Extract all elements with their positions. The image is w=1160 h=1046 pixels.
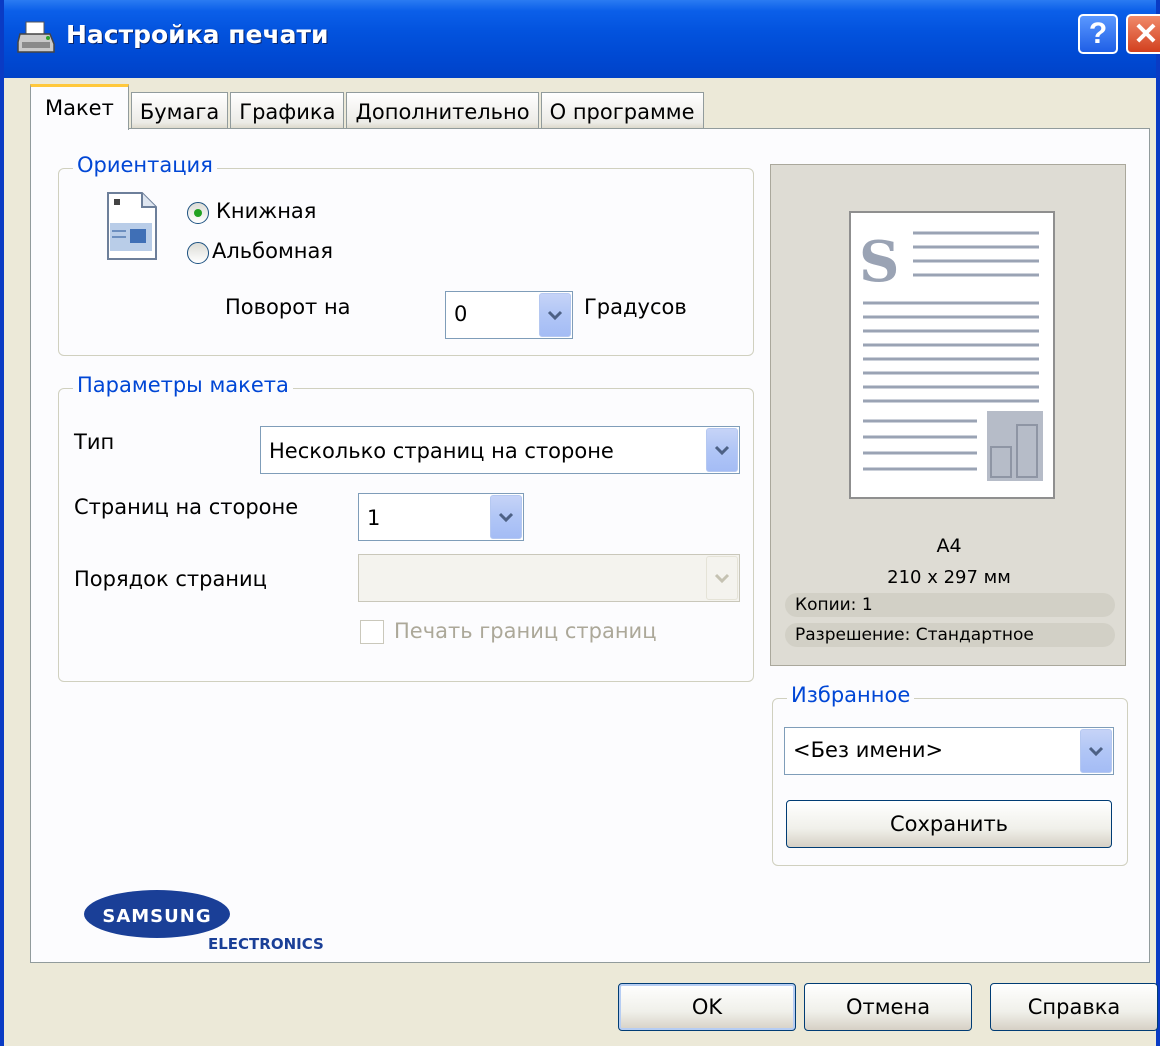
page-preview-thumbnail: S [849,211,1055,499]
page-preview-panel: S A4 210 x 297 мм Копии: 1 Разрешение: С… [770,164,1126,666]
svg-text:SAMSUNG: SAMSUNG [102,906,211,927]
orientation-group-label: Ориентация [73,153,217,177]
tab-advanced[interactable]: Дополнительно [346,92,539,130]
radio-selected-dot [194,209,202,217]
print-borders-label: Печать границ страниц [394,619,657,643]
paper-name: A4 [936,535,962,557]
tab-about[interactable]: О программе [540,92,704,130]
resolution-status: Разрешение: Стандартное [785,623,1115,647]
rotate-combobox[interactable]: 0 [445,291,573,339]
print-borders-checkbox[interactable] [360,620,384,644]
page-order-label: Порядок страниц [74,567,267,591]
chevron-down-icon[interactable] [1080,729,1112,773]
pages-per-side-combobox[interactable]: 1 [358,493,524,541]
document-portrait-icon [107,192,157,260]
portrait-radio[interactable] [187,202,209,224]
chevron-down-icon [706,556,738,600]
pages-per-side-label: Страниц на стороне [74,495,299,519]
tab-paper[interactable]: Бумага [130,92,229,130]
portrait-label[interactable]: Книжная [216,199,316,223]
title-bar[interactable]: Настройка печати ? ✕ [4,0,1160,78]
chevron-down-icon[interactable] [706,428,738,472]
svg-text:ELECTRONICS: ELECTRONICS [208,935,324,953]
copies-status: Копии: 1 [785,593,1115,617]
svg-text:S: S [859,229,899,295]
favorites-combobox[interactable]: <Без имени> [784,727,1114,775]
favorites-value: <Без имени> [793,738,944,762]
cancel-button[interactable]: Отмена [804,983,972,1031]
help-button[interactable]: Справка [990,983,1158,1031]
page-order-combobox[interactable] [358,554,740,602]
landscape-radio[interactable] [187,242,209,264]
print-settings-window: Настройка печати ? ✕ Макет Бумага График… [0,0,1160,1046]
close-button[interactable]: ✕ [1126,14,1160,54]
ok-button[interactable]: OK [618,983,796,1031]
landscape-label[interactable]: Альбомная [212,239,333,263]
layout-type-combobox[interactable]: Несколько страниц на стороне [260,426,740,474]
degrees-label: Градусов [584,295,687,319]
type-label: Тип [74,430,115,454]
chevron-down-icon[interactable] [539,293,571,337]
samsung-logo: SAMSUNG ELECTRONICS [84,890,324,953]
orientation-group: Ориентация [58,153,754,356]
save-favorite-button[interactable]: Сохранить [786,800,1112,848]
printer-icon [17,21,55,53]
pages-per-side-value: 1 [367,506,381,530]
tab-bar: Макет Бумага Графика Дополнительно О про… [30,84,706,130]
favorites-group-label: Избранное [787,683,915,707]
tab-layout[interactable]: Макет [30,84,129,130]
layout-type-value: Несколько страниц на стороне [269,439,614,463]
window-title: Настройка печати [66,20,329,49]
rotate-label: Поворот на [225,295,351,319]
paper-size: 210 x 297 мм [887,567,1011,588]
chevron-down-icon[interactable] [490,495,522,539]
tab-graphics[interactable]: Графика [230,92,345,130]
rotate-value: 0 [454,302,468,326]
layout-group-label: Параметры макета [73,373,293,397]
help-title-button[interactable]: ? [1078,14,1118,54]
